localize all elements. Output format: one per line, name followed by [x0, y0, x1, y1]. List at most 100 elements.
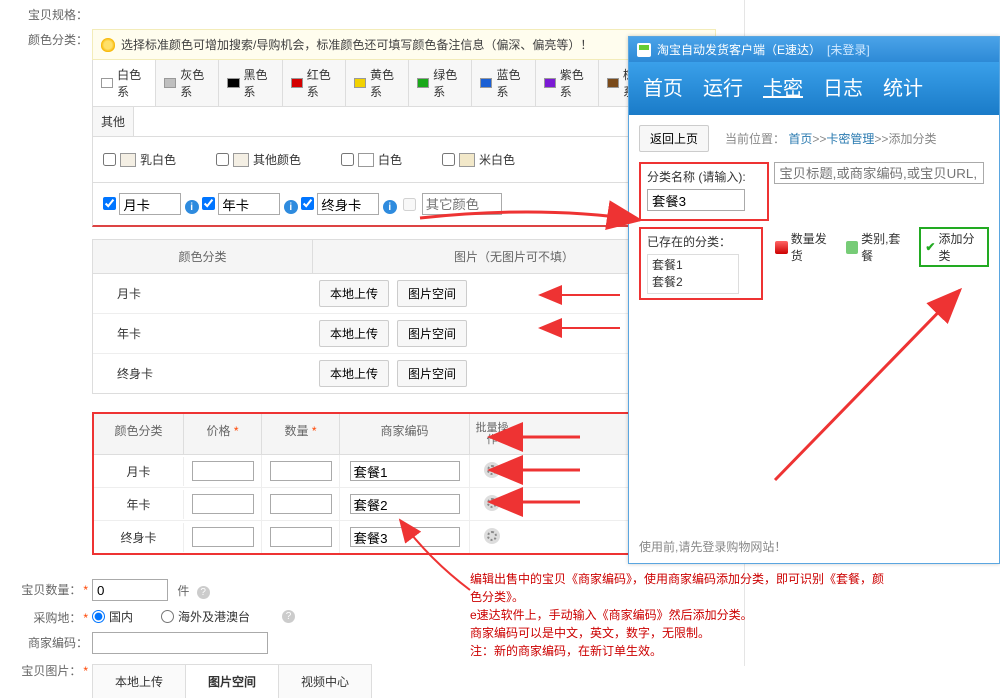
qty-unit: 件: [177, 584, 189, 598]
origin-label: 采购地：*: [0, 607, 92, 626]
imgrow-name: 终身卡: [93, 357, 313, 390]
help-icon[interactable]: ?: [282, 610, 295, 623]
gear-icon[interactable]: [484, 528, 500, 544]
nav-0[interactable]: 首页: [643, 72, 683, 101]
btn-img-space[interactable]: 图片空间: [397, 280, 467, 307]
exist-label: 已存在的分类：: [647, 233, 755, 250]
ph-op: 批量操作: [470, 414, 514, 454]
seller-code-label: 商家编码：: [0, 632, 92, 654]
swatch-icon: [101, 78, 113, 88]
help-icon[interactable]: ?: [197, 586, 210, 599]
color-tabs: 白色系灰色系黑色系红色系黄色系绿色系蓝色系紫色系棕色系花色 其他: [92, 60, 716, 137]
variant-input[interactable]: [119, 193, 181, 215]
pr-price-input[interactable]: [192, 461, 254, 481]
qty-input[interactable]: [92, 579, 168, 601]
gear-icon[interactable]: [484, 462, 500, 478]
qty-label: 宝贝数量：*: [0, 579, 92, 601]
btn-img-space[interactable]: 图片空间: [397, 360, 467, 387]
bottom-tabs: 本地上传 图片空间 视频中心: [92, 664, 744, 698]
pr-price-input[interactable]: [192, 527, 254, 547]
app-window: 淘宝自动发货客户端（E速达） [未登录] 首页运行卡密日志统计 返回上页 当前位…: [628, 36, 1000, 564]
ph-color: 颜色分类: [94, 414, 184, 454]
tool-qty[interactable]: 数量发货: [775, 230, 835, 264]
variant-input[interactable]: [317, 193, 379, 215]
btab-space[interactable]: 图片空间: [185, 664, 279, 698]
variant-row: i i i: [92, 183, 716, 227]
swatch-icon: [354, 78, 366, 88]
app-footer: 使用前,请先登录购物网站！: [639, 538, 786, 555]
cat-name-input[interactable]: [647, 189, 745, 211]
check-row: 乳白色 其他颜色 白色 米白色: [92, 137, 716, 183]
color-check[interactable]: 白色: [341, 151, 402, 168]
check-icon: ✔: [925, 240, 935, 254]
breadcrumb: 当前位置： 首页>>卡密管理>>添加分类: [725, 130, 936, 147]
pr-code-input[interactable]: [350, 494, 460, 514]
cat-name-label: 分类名称 (请输入):: [647, 168, 761, 185]
other-color-chk[interactable]: [403, 198, 416, 211]
color-tab-other[interactable]: 其他: [93, 107, 134, 136]
variant-chk[interactable]: [301, 197, 314, 210]
pr-code-input[interactable]: [350, 527, 460, 547]
swatch-icon: [544, 78, 556, 88]
btab-local[interactable]: 本地上传: [92, 664, 186, 698]
nav-3[interactable]: 日志: [823, 72, 863, 101]
kind-icon: [846, 241, 858, 254]
color-tab[interactable]: 黄色系: [346, 60, 409, 106]
pr-code-input[interactable]: [350, 461, 460, 481]
seller-code-input[interactable]: [92, 632, 268, 654]
exist-list: 套餐1 套餐2: [647, 254, 739, 294]
pr-price-input[interactable]: [192, 494, 254, 514]
app-nav: 首页运行卡密日志统计: [629, 62, 999, 115]
ph-qty: 数量 *: [262, 414, 340, 454]
pr-qty-input[interactable]: [270, 527, 332, 547]
btab-video[interactable]: 视频中心: [278, 664, 372, 698]
color-tab[interactable]: 灰色系: [156, 60, 219, 106]
other-color-input[interactable]: [422, 193, 502, 215]
origin-overseas[interactable]: 海外及港澳台: [161, 608, 250, 625]
swatch-icon: [480, 78, 492, 88]
color-check[interactable]: 其他颜色: [216, 151, 301, 168]
color-tab[interactable]: 红色系: [283, 60, 346, 106]
btn-local-upload[interactable]: 本地上传: [319, 360, 389, 387]
back-button[interactable]: 返回上页: [639, 125, 709, 152]
variant-chk[interactable]: [103, 197, 116, 210]
btn-img-space[interactable]: 图片空间: [397, 320, 467, 347]
image-table: 颜色分类 图片（无图片可不填） 月卡本地上传图片空间年卡本地上传图片空间终身卡本…: [92, 239, 716, 394]
swatch-icon: [417, 78, 429, 88]
app-titlebar: 淘宝自动发货客户端（E速达） [未登录]: [629, 37, 999, 62]
pr-qty-input[interactable]: [270, 461, 332, 481]
color-tab[interactable]: 黑色系: [219, 60, 282, 106]
color-check[interactable]: 乳白色: [103, 151, 176, 168]
pr-qty-input[interactable]: [270, 494, 332, 514]
color-tab[interactable]: 蓝色系: [472, 60, 535, 106]
tool-kind[interactable]: 类别,套餐: [846, 230, 910, 264]
imgrow-name: 月卡: [93, 277, 313, 310]
price-table: 颜色分类 价格 * 数量 * 商家编码 批量操作 月卡年卡终身卡: [92, 412, 716, 555]
ph-code: 商家编码: [340, 414, 470, 454]
btn-local-upload[interactable]: 本地上传: [319, 320, 389, 347]
color-tab[interactable]: 绿色系: [409, 60, 472, 106]
tool-add[interactable]: ✔添加分类: [919, 227, 989, 267]
variant-chk[interactable]: [202, 197, 215, 210]
info-icon: i: [383, 200, 397, 214]
nav-4[interactable]: 统计: [883, 72, 923, 101]
spec-label: 宝贝规格：: [0, 4, 92, 23]
nav-1[interactable]: 运行: [703, 72, 743, 101]
color-tab[interactable]: 白色系: [93, 60, 156, 106]
color-tab[interactable]: 紫色系: [536, 60, 599, 106]
imgrow-name: 年卡: [93, 317, 313, 350]
tip-bar: 选择标准颜色可增加搜索/导购机会，标准颜色还可填写颜色备注信息（偏深、偏亮等）！: [92, 29, 716, 60]
origin-domestic[interactable]: 国内: [92, 608, 133, 625]
bulb-icon: [101, 38, 115, 52]
variant-input[interactable]: [218, 193, 280, 215]
nav-2[interactable]: 卡密: [763, 72, 803, 101]
color-check[interactable]: 米白色: [442, 151, 515, 168]
qty-icon: [775, 241, 787, 254]
btn-local-upload[interactable]: 本地上传: [319, 280, 389, 307]
gear-icon[interactable]: [484, 495, 500, 511]
app-icon: [637, 43, 651, 57]
pr-color: 年卡: [94, 490, 184, 519]
swatch-icon: [227, 78, 239, 88]
red-note: 编辑出售中的宝贝《商家编码》，使用商家编码添加分类，即可识别《套餐，颜色分类》。…: [470, 570, 890, 660]
cat-hint-input[interactable]: [774, 162, 984, 184]
